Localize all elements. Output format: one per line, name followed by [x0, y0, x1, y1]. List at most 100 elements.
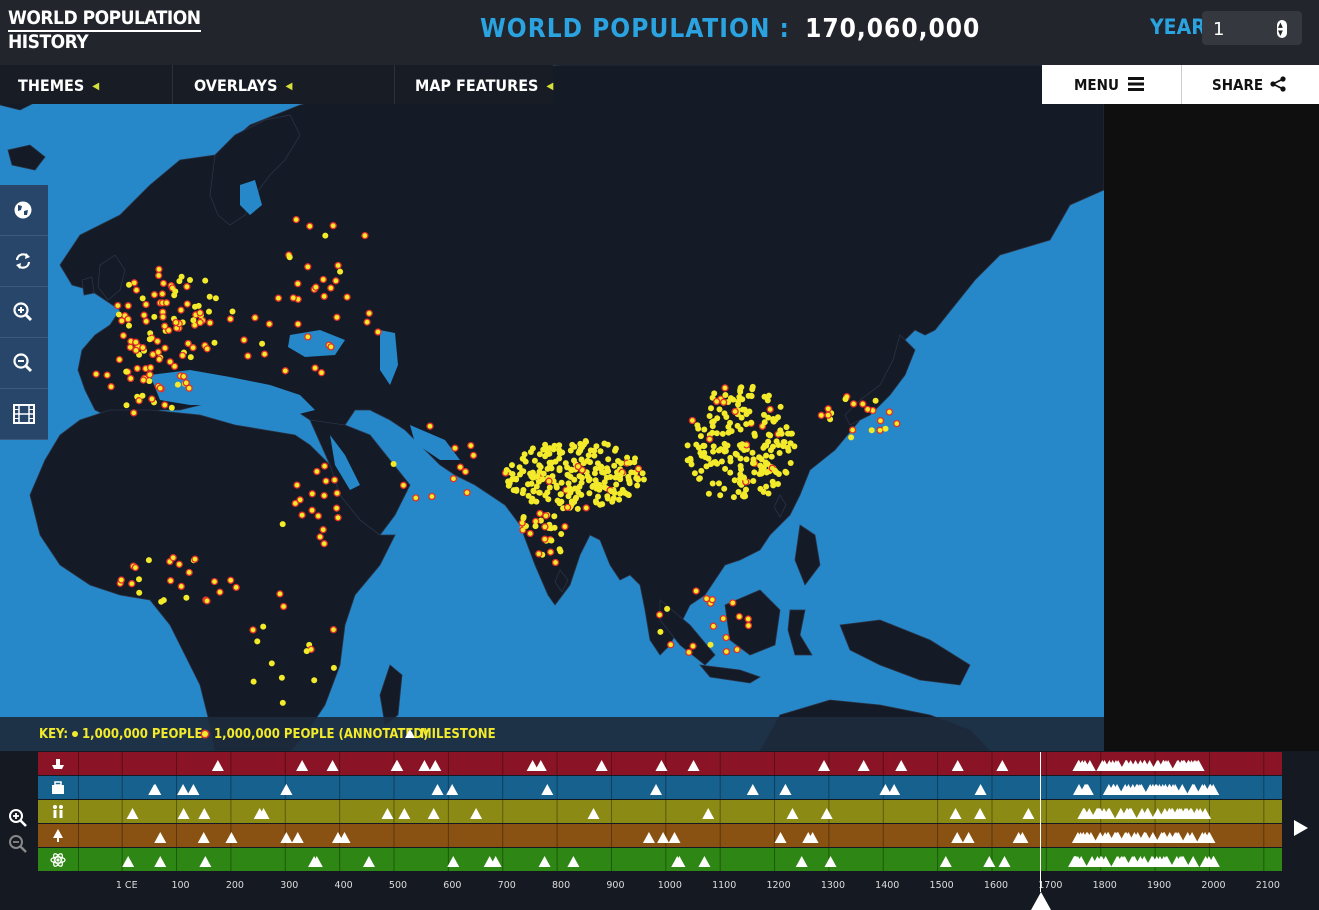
annotated-population-dot[interactable] [426, 422, 434, 430]
population-dot[interactable] [743, 421, 750, 428]
population-dot[interactable] [759, 464, 766, 471]
population-dot[interactable] [721, 485, 728, 492]
annotated-population-dot[interactable] [293, 481, 301, 489]
milestone-marker[interactable] [657, 832, 670, 843]
annotated-population-dot[interactable] [276, 590, 284, 598]
milestone-marker[interactable] [996, 760, 1009, 771]
population-dot[interactable] [750, 456, 757, 463]
population-dot[interactable] [707, 641, 714, 648]
annotated-population-dot[interactable] [536, 509, 544, 518]
population-dot[interactable] [604, 495, 611, 502]
population-dot[interactable] [657, 628, 664, 635]
menu-button[interactable]: MENU [1042, 65, 1182, 104]
tab-overlays[interactable]: OVERLAYS ◀ [174, 65, 395, 104]
annotated-population-dot[interactable] [461, 468, 470, 476]
milestone-marker[interactable] [974, 808, 987, 819]
population-dot[interactable] [732, 450, 739, 457]
annotated-population-dot[interactable] [139, 376, 148, 384]
milestone-marker[interactable] [177, 784, 190, 795]
population-dot[interactable] [714, 415, 721, 422]
population-dot[interactable] [708, 405, 714, 412]
annotated-population-dot[interactable] [322, 477, 330, 485]
population-dot[interactable] [616, 496, 623, 503]
annotated-population-dot[interactable] [146, 363, 155, 372]
annotated-population-dot[interactable] [240, 336, 248, 344]
population-dot[interactable] [571, 443, 578, 450]
milestone-marker[interactable] [818, 760, 831, 771]
annotated-population-dot[interactable] [119, 331, 128, 340]
population-dot[interactable] [554, 497, 561, 504]
population-dot[interactable] [705, 490, 712, 497]
annotated-population-dot[interactable] [156, 384, 164, 392]
population-dot[interactable] [770, 416, 777, 422]
annotated-population-dot[interactable] [713, 397, 721, 406]
population-dot[interactable] [160, 597, 167, 604]
population-dot[interactable] [739, 396, 746, 403]
population-dot[interactable] [592, 498, 599, 505]
population-dot[interactable] [639, 470, 646, 477]
year-input[interactable] [1211, 17, 1275, 41]
population-dot[interactable] [551, 513, 558, 520]
population-dot[interactable] [174, 381, 181, 388]
population-dot[interactable] [687, 455, 694, 462]
milestone-marker[interactable] [642, 832, 655, 843]
population-dot[interactable] [684, 442, 691, 449]
annotated-population-dot[interactable] [103, 371, 111, 379]
population-dot[interactable] [707, 461, 714, 468]
annotated-population-dot[interactable] [161, 344, 169, 352]
milestone-marker[interactable] [381, 808, 394, 819]
population-dot[interactable] [530, 487, 537, 494]
annotated-population-dot[interactable] [308, 490, 316, 498]
annotated-population-dot[interactable] [232, 583, 240, 592]
population-dot[interactable] [597, 448, 604, 455]
population-dot[interactable] [115, 311, 122, 318]
population-dot[interactable] [719, 430, 726, 437]
population-dot[interactable] [783, 424, 790, 431]
population-dot[interactable] [229, 308, 236, 315]
population-dot[interactable] [548, 537, 555, 544]
milestone-marker[interactable] [983, 856, 996, 867]
population-dot[interactable] [693, 441, 700, 448]
milestone-marker[interactable] [746, 784, 759, 795]
population-dot[interactable] [765, 431, 772, 438]
population-dot[interactable] [721, 410, 728, 417]
annotated-population-dot[interactable] [312, 283, 320, 291]
annotated-population-dot[interactable] [117, 576, 125, 584]
annotated-population-dot[interactable] [175, 560, 183, 568]
annotated-population-dot[interactable] [313, 467, 321, 476]
annotated-population-dot[interactable] [304, 333, 312, 341]
annotated-population-dot[interactable] [333, 489, 341, 497]
milestone-marker[interactable] [296, 760, 309, 771]
population-dot[interactable] [640, 476, 647, 483]
annotated-population-dot[interactable] [744, 621, 753, 630]
population-dot[interactable] [743, 456, 750, 463]
milestone-marker[interactable] [824, 856, 837, 867]
reset-rotation-button[interactable] [0, 236, 48, 287]
annotated-population-dot[interactable] [327, 343, 335, 351]
population-dot[interactable] [763, 452, 770, 459]
population-dot[interactable] [777, 403, 784, 410]
annotated-population-dot[interactable] [582, 504, 590, 512]
population-dot[interactable] [583, 438, 590, 445]
population-dot[interactable] [757, 485, 764, 492]
population-dot[interactable] [528, 473, 535, 480]
population-dot[interactable] [578, 456, 585, 463]
globe-button[interactable] [0, 185, 48, 236]
annotated-population-dot[interactable] [210, 577, 219, 586]
population-dot[interactable] [558, 479, 565, 486]
annotated-population-dot[interactable] [864, 405, 872, 414]
annotated-population-dot[interactable] [463, 488, 471, 497]
population-dot[interactable] [503, 467, 510, 473]
timeline-playhead[interactable] [1040, 752, 1041, 892]
milestone-marker[interactable] [951, 832, 964, 843]
population-dot[interactable] [775, 471, 782, 477]
milestone-marker[interactable] [774, 832, 787, 843]
milestone-marker[interactable] [418, 760, 431, 771]
population-dot[interactable] [612, 447, 618, 454]
population-dot[interactable] [711, 390, 718, 397]
population-dot[interactable] [700, 442, 707, 449]
milestone-marker[interactable] [149, 784, 162, 795]
population-dot[interactable] [278, 674, 285, 681]
population-dot[interactable] [750, 478, 757, 484]
population-dot[interactable] [737, 426, 744, 433]
